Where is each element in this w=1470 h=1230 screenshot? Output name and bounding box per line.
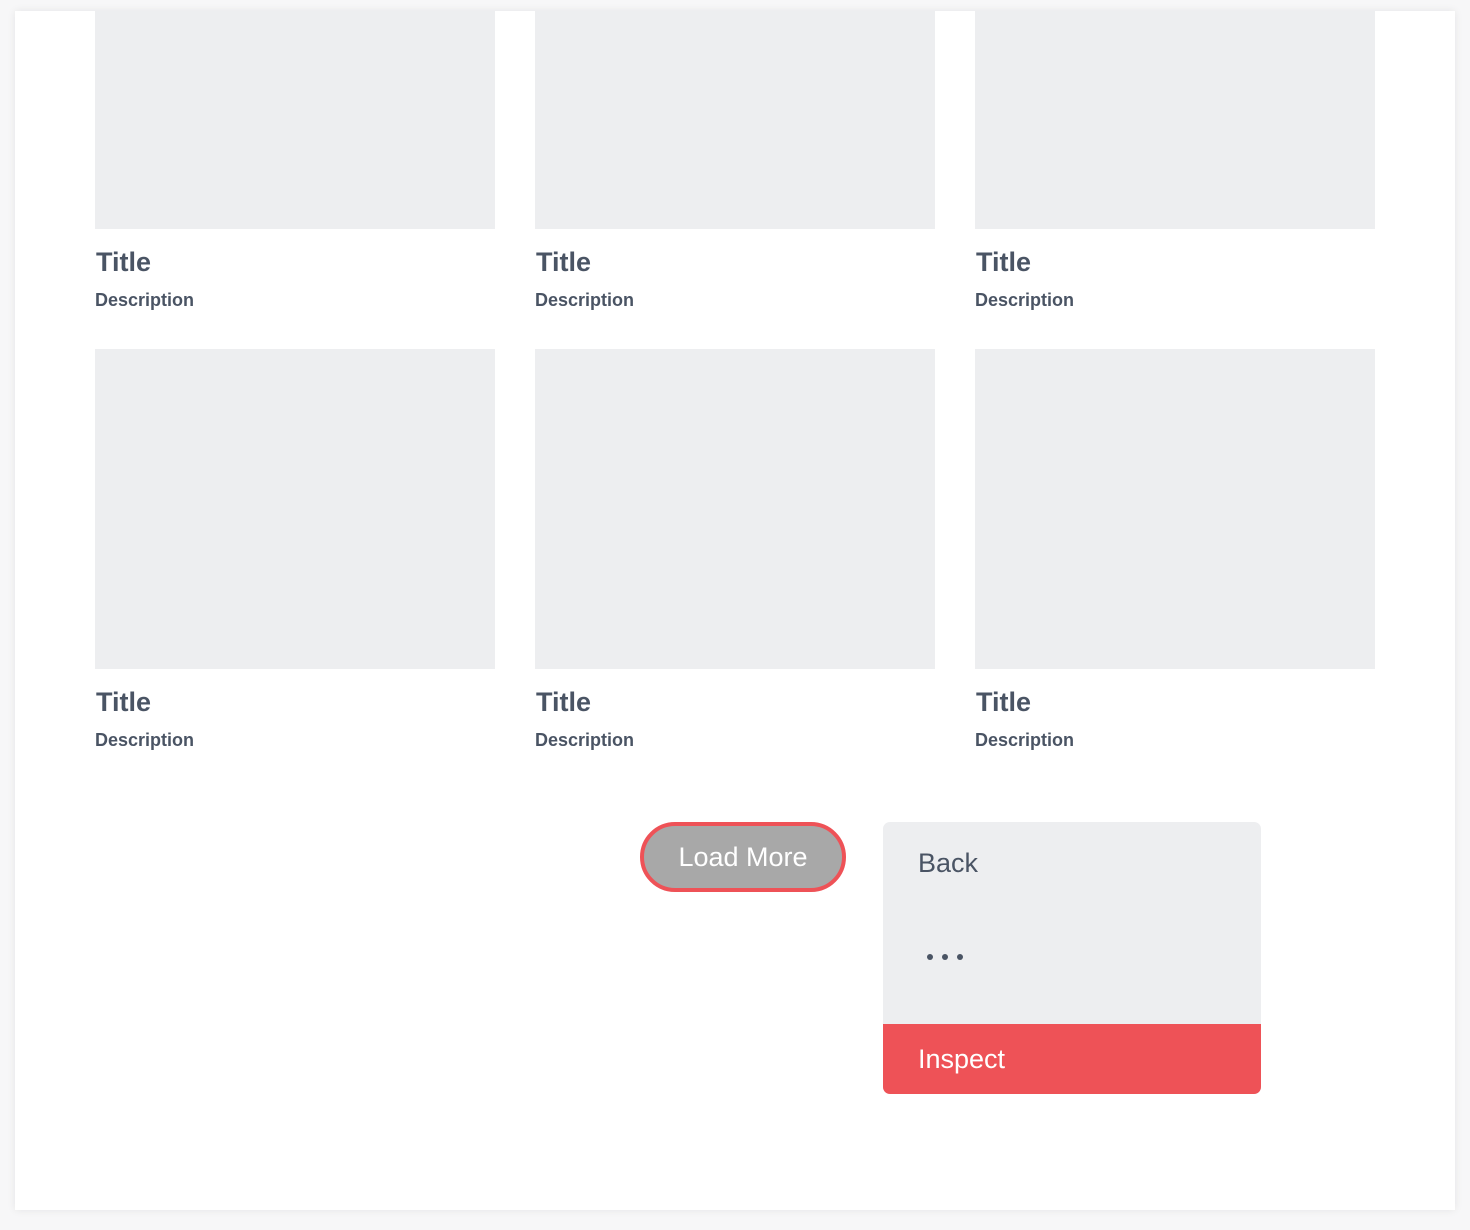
card[interactable]: Title Description bbox=[535, 11, 935, 311]
card-title: Title bbox=[536, 247, 592, 277]
card-description: Description bbox=[975, 290, 1075, 310]
card[interactable]: Title Description bbox=[975, 11, 1375, 311]
card-title: Title bbox=[96, 687, 152, 717]
card-title: Title bbox=[976, 687, 1032, 717]
menu-item-inspect[interactable]: Inspect bbox=[883, 1024, 1261, 1094]
context-menu: Back Inspect bbox=[883, 822, 1261, 1094]
card-image-placeholder bbox=[535, 349, 935, 669]
card-description: Description bbox=[535, 290, 635, 310]
card[interactable]: Title Description bbox=[535, 349, 935, 751]
card[interactable]: Title Description bbox=[95, 349, 495, 751]
card-title: Title bbox=[96, 247, 152, 277]
card-image-placeholder bbox=[95, 11, 495, 229]
card-description: Description bbox=[975, 730, 1075, 750]
card-image-placeholder bbox=[975, 11, 1375, 229]
card[interactable]: Title Description bbox=[95, 11, 495, 311]
card-title: Title bbox=[536, 687, 592, 717]
ellipsis-icon bbox=[942, 954, 948, 960]
card-description: Description bbox=[95, 290, 195, 310]
load-more-button[interactable]: Load More bbox=[640, 822, 846, 892]
card-description: Description bbox=[95, 730, 195, 750]
menu-item-more[interactable] bbox=[883, 922, 1261, 992]
menu-item-back[interactable]: Back bbox=[883, 822, 1261, 904]
card[interactable]: Title Description bbox=[975, 349, 1375, 751]
card-description: Description bbox=[535, 730, 635, 750]
ellipsis-icon bbox=[957, 954, 963, 960]
card-title: Title bbox=[976, 247, 1032, 277]
card-image-placeholder bbox=[95, 349, 495, 669]
card-image-placeholder bbox=[535, 11, 935, 229]
card-image-placeholder bbox=[975, 349, 1375, 669]
ellipsis-icon bbox=[927, 954, 933, 960]
